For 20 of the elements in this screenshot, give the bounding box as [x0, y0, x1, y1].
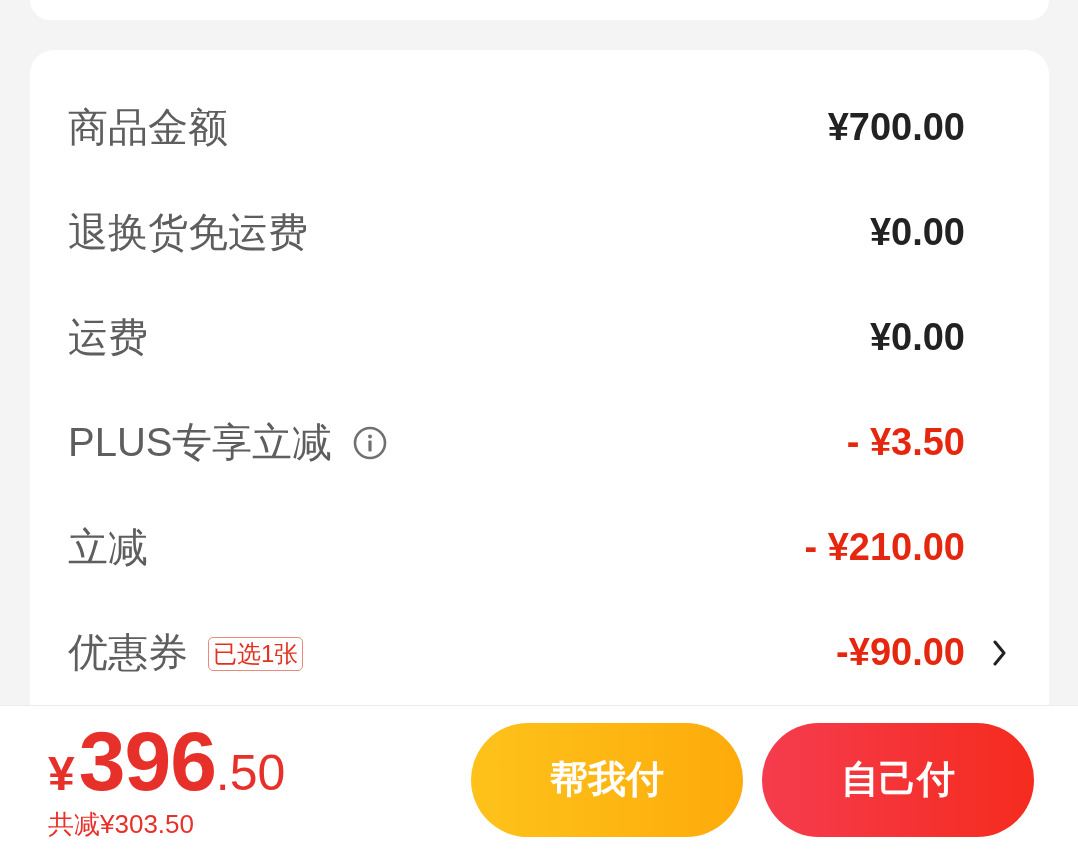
- discount-amount: - ¥3.50: [846, 421, 965, 464]
- coupon-tag: 已选1张: [208, 636, 304, 671]
- total-price-decimal: .50: [215, 748, 286, 798]
- amount: ¥0.00: [869, 211, 965, 254]
- chevron-right-icon[interactable]: [993, 639, 1006, 666]
- row-label: 商品金额: [68, 104, 228, 151]
- row-label: 立减: [68, 524, 148, 571]
- discount-amount: - ¥210.00: [804, 526, 965, 569]
- amount: ¥0.00: [869, 316, 965, 359]
- row-label: PLUS专享立减: [68, 419, 333, 466]
- info-icon[interactable]: [352, 425, 387, 460]
- discount-amount: -¥90.00: [836, 631, 965, 674]
- row-label: 优惠券: [68, 629, 188, 676]
- currency-symbol: ¥: [48, 750, 75, 798]
- pay-button[interactable]: 自己付: [762, 722, 1034, 837]
- total-price: 396: [78, 719, 216, 803]
- amount: ¥700.00: [827, 106, 965, 149]
- row-label: 退换货免运费: [68, 209, 308, 256]
- total-savings: 共减¥303.50: [48, 808, 194, 841]
- row-label: 运费: [68, 314, 148, 361]
